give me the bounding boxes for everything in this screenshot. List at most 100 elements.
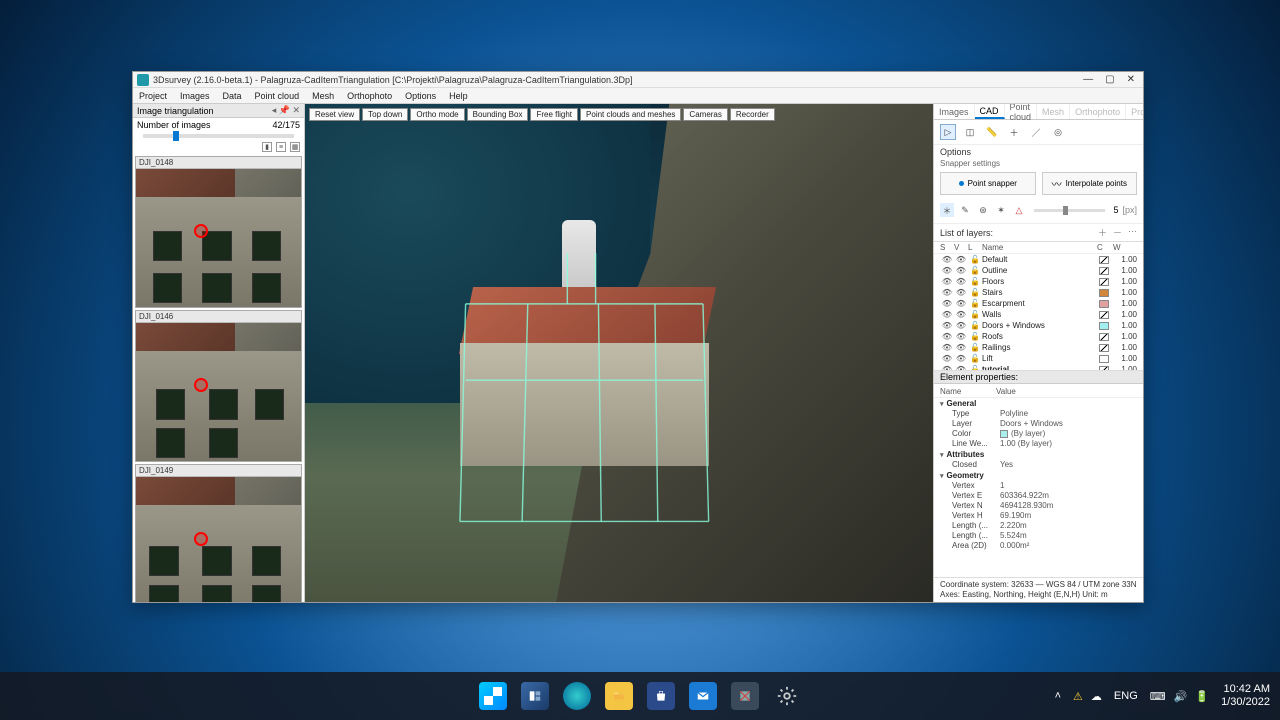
eye-icon[interactable]: 👁 — [940, 266, 954, 275]
view-grid-icon[interactable]: ▦ — [290, 142, 300, 152]
visibility-icon[interactable]: 👁 — [954, 354, 968, 363]
color-swatch[interactable] — [1099, 289, 1109, 297]
layer-row[interactable]: 👁👁🔓Stairs1.00 — [934, 287, 1143, 298]
lock-icon[interactable]: 🔓 — [968, 321, 982, 330]
remove-layer-icon[interactable]: － — [1113, 226, 1122, 239]
visibility-icon[interactable]: 👁 — [954, 321, 968, 330]
edge-icon[interactable] — [563, 682, 591, 710]
onedrive-icon[interactable]: ⚠ — [1073, 690, 1083, 703]
interpolate-points-button[interactable]: 〰Interpolate points — [1042, 172, 1138, 195]
lock-icon[interactable]: 🔓 — [968, 277, 982, 286]
explorer-icon[interactable] — [605, 682, 633, 710]
bounding-box-button[interactable]: Bounding Box — [467, 108, 529, 121]
menu-images[interactable]: Images — [180, 91, 210, 101]
snap-mode-5-icon[interactable]: △ — [1012, 203, 1026, 217]
pointclouds-meshes-button[interactable]: Point clouds and meshes — [580, 108, 681, 121]
lock-icon[interactable]: 🔓 — [968, 255, 982, 264]
eye-icon[interactable]: 👁 — [940, 277, 954, 286]
settings-icon[interactable] — [773, 682, 801, 710]
layer-row[interactable]: 👁👁🔓Floors1.00 — [934, 276, 1143, 287]
thumbnail-item[interactable]: DJI_0148 — [135, 156, 302, 308]
panel-controls[interactable]: ◂ 📌 ✕ — [272, 105, 300, 116]
color-swatch[interactable] — [1099, 322, 1109, 330]
tab-images[interactable]: Images — [934, 104, 975, 119]
property-row[interactable]: TypePolyline — [940, 409, 1137, 419]
windows-taskbar[interactable]: ˄ ⚠ ☁ ENG ⌨ 🔊 🔋 10:42 AM 1/30/2022 — [0, 672, 1280, 720]
tab-orthophoto[interactable]: Orthophoto — [1070, 104, 1126, 119]
3d-viewport[interactable]: Reset view Top down Ortho mode Bounding … — [305, 104, 933, 602]
tab-pointcloud[interactable]: Point cloud — [1005, 104, 1038, 119]
thumbnail-image[interactable] — [136, 477, 301, 602]
property-row[interactable]: Vertex1 — [940, 481, 1137, 491]
lock-icon[interactable]: 🔓 — [968, 299, 982, 308]
circle-tool-icon[interactable]: ◎ — [1050, 124, 1066, 140]
language-indicator[interactable]: ENG — [1114, 690, 1138, 702]
layer-row[interactable]: 👁👁🔓tutorial1.00 — [934, 364, 1143, 371]
thumbnail-image[interactable] — [136, 169, 301, 307]
layer-row[interactable]: 👁👁🔓Railings1.00 — [934, 342, 1143, 353]
top-down-button[interactable]: Top down — [362, 108, 408, 121]
menu-help[interactable]: Help — [449, 91, 468, 101]
snap-mode-2-icon[interactable]: ✎ — [958, 203, 972, 217]
visibility-icon[interactable]: 👁 — [954, 266, 968, 275]
image-slider[interactable] — [143, 134, 294, 138]
color-swatch[interactable] — [1099, 278, 1109, 286]
tab-cad[interactable]: CAD — [975, 104, 1005, 119]
thumbnail-image[interactable] — [136, 323, 301, 461]
layer-more-icon[interactable]: ⋯ — [1128, 226, 1137, 239]
lock-icon[interactable]: 🔓 — [968, 354, 982, 363]
visibility-icon[interactable]: 👁 — [954, 255, 968, 264]
lock-icon[interactable]: 🔓 — [968, 310, 982, 319]
weather-icon[interactable]: ☁ — [1091, 690, 1102, 703]
add-layer-icon[interactable]: ＋ — [1098, 226, 1107, 239]
property-row[interactable]: ClosedYes — [940, 460, 1137, 470]
mail-icon[interactable] — [689, 682, 717, 710]
eye-icon[interactable]: 👁 — [940, 299, 954, 308]
tab-mesh[interactable]: Mesh — [1037, 104, 1070, 119]
prop-group-geometry[interactable]: Geometry — [940, 470, 1137, 481]
app-taskbar-icon[interactable] — [731, 682, 759, 710]
layer-row[interactable]: 👁👁🔓Lift1.00 — [934, 353, 1143, 364]
property-row[interactable]: Vertex H69.190m — [940, 511, 1137, 521]
menu-data[interactable]: Data — [223, 91, 242, 101]
menu-orthophoto[interactable]: Orthophoto — [347, 91, 392, 101]
eye-icon[interactable]: 👁 — [940, 255, 954, 264]
volume-icon[interactable]: 🔊 — [1174, 690, 1188, 703]
cameras-button[interactable]: Cameras — [683, 108, 727, 121]
menu-options[interactable]: Options — [405, 91, 436, 101]
eye-icon[interactable]: 👁 — [940, 354, 954, 363]
visibility-icon[interactable]: 👁 — [954, 299, 968, 308]
snap-slider[interactable] — [1034, 209, 1105, 212]
property-row[interactable]: Line We...1.00 (By layer) — [940, 439, 1137, 449]
rectangle-tool-icon[interactable]: ◫ — [962, 124, 978, 140]
property-row[interactable]: LayerDoors + Windows — [940, 419, 1137, 429]
lock-icon[interactable]: 🔓 — [968, 332, 982, 341]
eye-icon[interactable]: 👁 — [940, 321, 954, 330]
visibility-icon[interactable]: 👁 — [954, 288, 968, 297]
maximize-button[interactable]: ▢ — [1105, 75, 1114, 85]
thumbnail-item[interactable]: DJI_0149 — [135, 464, 302, 602]
eye-icon[interactable]: 👁 — [940, 332, 954, 341]
color-swatch[interactable] — [1099, 344, 1109, 352]
thumbnail-item[interactable]: DJI_0146 — [135, 310, 302, 462]
property-row[interactable]: Area (2D)0.000m² — [940, 541, 1137, 551]
close-button[interactable]: ✕ — [1127, 75, 1135, 85]
view-single-icon[interactable]: ▮ — [262, 142, 272, 152]
color-swatch[interactable] — [1099, 256, 1109, 264]
input-icon[interactable]: ⌨ — [1150, 690, 1166, 703]
layer-row[interactable]: 👁👁🔓Walls1.00 — [934, 309, 1143, 320]
snap-mode-3-icon[interactable]: ⊛ — [976, 203, 990, 217]
titlebar[interactable]: 3Dsurvey (2.16.0-beta.1) - Palagruza-Cad… — [133, 72, 1143, 88]
visibility-icon[interactable]: 👁 — [954, 310, 968, 319]
reset-view-button[interactable]: Reset view — [309, 108, 360, 121]
menu-project[interactable]: Project — [139, 91, 167, 101]
visibility-icon[interactable]: 👁 — [954, 343, 968, 352]
battery-icon[interactable]: 🔋 — [1195, 690, 1209, 703]
start-button[interactable] — [479, 682, 507, 710]
visibility-icon[interactable]: 👁 — [954, 332, 968, 341]
free-flight-button[interactable]: Free flight — [530, 108, 578, 121]
property-row[interactable]: Length (...2.220m — [940, 521, 1137, 531]
color-swatch[interactable] — [1099, 333, 1109, 341]
eye-icon[interactable]: 👁 — [940, 310, 954, 319]
prop-group-attributes[interactable]: Attributes — [940, 449, 1137, 460]
